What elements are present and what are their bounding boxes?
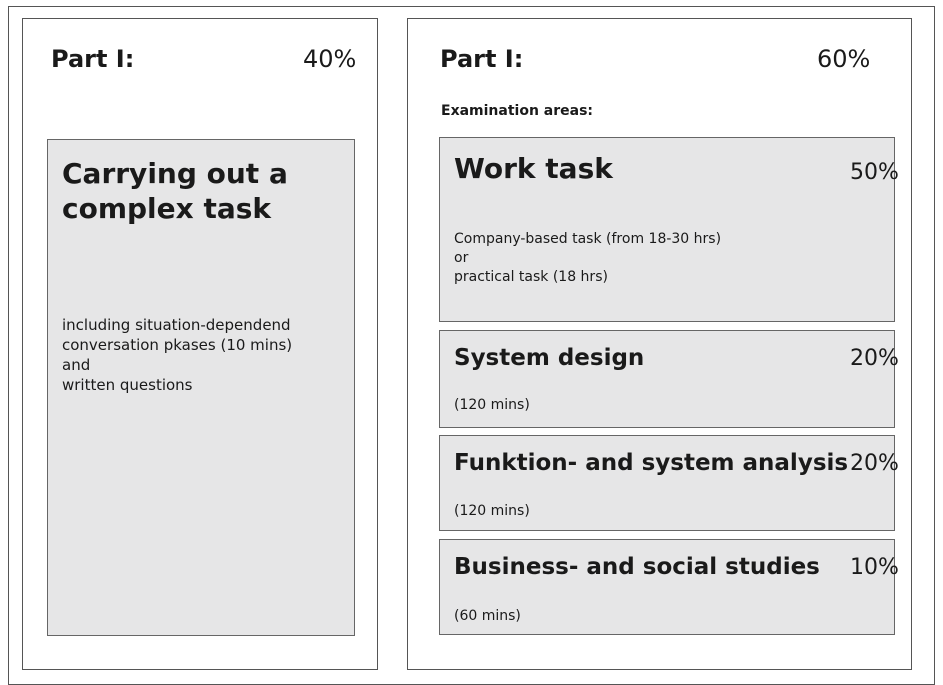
area-title: System design bbox=[454, 345, 645, 371]
complex-task-title: Carrying out a complex task bbox=[62, 157, 288, 225]
area-description: (120 mins) bbox=[454, 503, 530, 519]
area-description: Company-based task (from 18-30 hrs) or p… bbox=[454, 231, 722, 285]
area-percent: 20% bbox=[850, 451, 899, 476]
complex-task-box: Carrying out a complex task including si… bbox=[47, 139, 355, 636]
area-title: Funktion- and system analysis bbox=[454, 450, 849, 476]
area-percent: 10% bbox=[850, 555, 899, 580]
area-title: Business- and social studies bbox=[454, 554, 820, 580]
area-title: Work task bbox=[454, 152, 613, 185]
right-part-title: Part I: bbox=[440, 45, 524, 73]
area-percent: 50% bbox=[850, 160, 899, 185]
left-part-title: Part I: bbox=[51, 45, 135, 73]
left-part-percent: 40% bbox=[303, 45, 357, 73]
area-description: (60 mins) bbox=[454, 608, 521, 624]
complex-task-description: including situation-dependend conversati… bbox=[62, 316, 293, 394]
area-percent: 20% bbox=[850, 346, 899, 371]
area-box-system-design: System design 20% (120 mins) bbox=[439, 330, 899, 428]
area-description: (120 mins) bbox=[454, 397, 530, 413]
right-part-percent: 60% bbox=[817, 45, 871, 73]
part-one-left-panel: Part I: 40% Carrying out a complex task … bbox=[22, 18, 378, 670]
area-box-function-system-analysis: Funktion- and system analysis 20% (120 m… bbox=[439, 435, 899, 531]
area-box-business-social-studies: Business- and social studies 10% (60 min… bbox=[439, 539, 899, 635]
part-one-right-panel: Part I: 60% Examination areas: Work task… bbox=[407, 18, 912, 670]
examination-areas-label: Examination areas: bbox=[441, 103, 594, 119]
area-box-work-task: Work task 50% Company-based task (from 1… bbox=[439, 137, 899, 322]
